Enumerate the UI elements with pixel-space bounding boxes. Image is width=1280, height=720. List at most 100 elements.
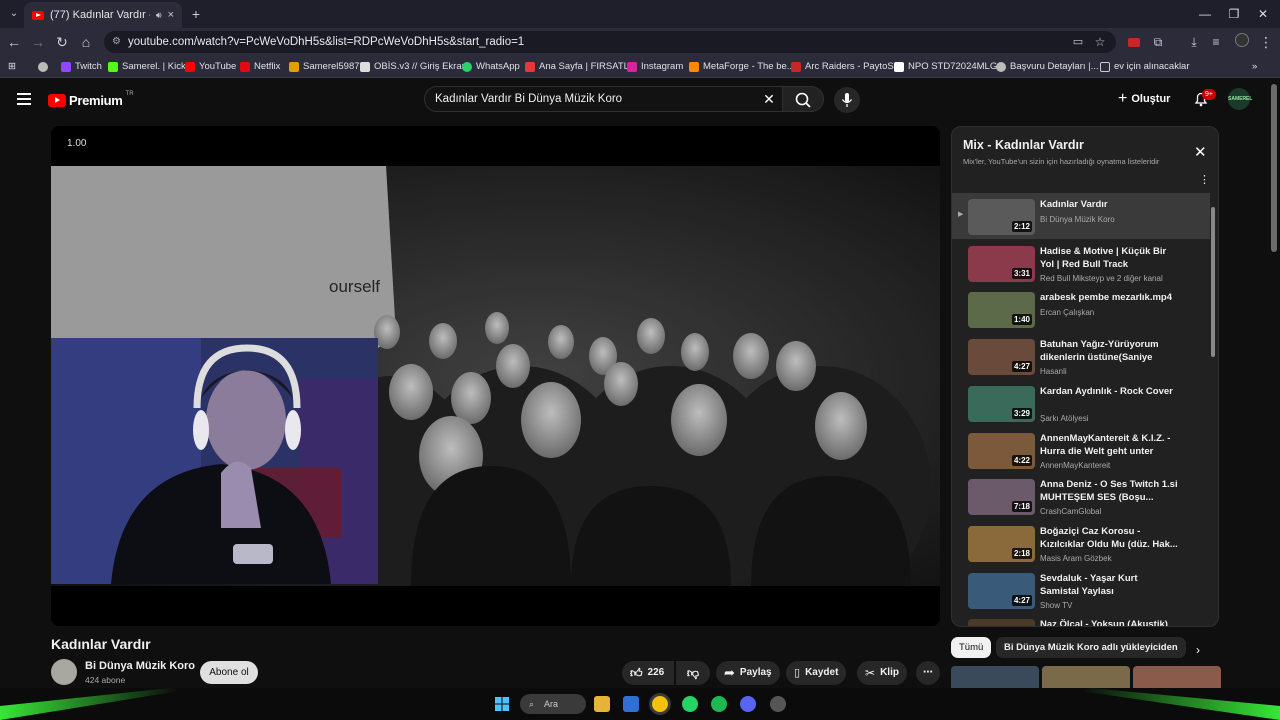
related-thumbnail[interactable] bbox=[951, 666, 1039, 688]
tab-close-icon[interactable]: × bbox=[168, 9, 174, 21]
store-icon[interactable] bbox=[623, 696, 639, 712]
forward-icon[interactable]: → bbox=[28, 32, 48, 52]
related-thumbnail[interactable] bbox=[1133, 666, 1221, 688]
create-button[interactable]: + Oluştur bbox=[1118, 88, 1170, 110]
site-info-icon[interactable]: ⚙ bbox=[112, 31, 121, 53]
discord-icon[interactable] bbox=[740, 696, 756, 712]
bookmark-item[interactable]: OBİS.v3 // Giriş Ekranı bbox=[360, 59, 470, 75]
clip-button[interactable]: ✂ Klip bbox=[857, 661, 907, 685]
audio-playing-icon[interactable]: 🔊︎ bbox=[156, 10, 162, 21]
playlist-item[interactable]: 7:18 Anna Deniz - O Ses Twitch 1.si MUHTE… bbox=[952, 473, 1210, 519]
clear-search-icon[interactable]: ✕ bbox=[760, 90, 778, 108]
playlist-thumbnail[interactable]: 2:18 bbox=[968, 525, 1035, 562]
window-close-icon[interactable]: ✕ bbox=[1250, 4, 1276, 24]
playlist-thumbnail[interactable]: 1:40 bbox=[968, 292, 1035, 329]
bookmark-item[interactable]: Arc Raiders - PaytoS... bbox=[791, 59, 902, 75]
playlist-item[interactable]: 3:29 Kardan Aydınlık - Rock Cover Şarkı At… bbox=[952, 380, 1210, 426]
address-bar[interactable]: ⚙ youtube.com/watch?v=PcWeVoDhH5s&list=R… bbox=[104, 31, 1116, 53]
bookmark-item[interactable]: Ana Sayfa | FIRSATL... bbox=[525, 59, 637, 75]
maximize-icon[interactable]: ❐ bbox=[1221, 4, 1247, 24]
minimize-icon[interactable]: — bbox=[1192, 4, 1218, 24]
bookmark-star-icon[interactable]: ☆ bbox=[1090, 32, 1110, 52]
bookmark-item[interactable]: NPO STD72024MLG... bbox=[894, 59, 1005, 75]
extensions-icon[interactable]: ⧉ bbox=[1148, 32, 1168, 52]
whatsapp-taskbar-icon[interactable] bbox=[682, 696, 698, 712]
extension-red-icon[interactable] bbox=[1124, 32, 1144, 52]
playlist-thumbnail[interactable]: 4:27 bbox=[968, 339, 1035, 376]
dislike-button[interactable]: 👎︎ bbox=[676, 661, 710, 685]
related-thumbnail[interactable] bbox=[1042, 666, 1130, 688]
more-bookmarks-icon[interactable]: » bbox=[1252, 59, 1257, 75]
like-button[interactable]: 👍︎ 226 bbox=[622, 661, 674, 685]
playlist-thumbnail[interactable]: 3:31 bbox=[968, 245, 1035, 282]
webcam-overlay bbox=[51, 338, 378, 584]
playlist-thumbnail[interactable]: 4:27 bbox=[968, 572, 1035, 609]
bookmark-folder[interactable]: ev için alınacaklar bbox=[1100, 59, 1190, 75]
bookmark-item[interactable]: Samerel. | Kick bbox=[108, 59, 186, 75]
bookmark-item[interactable]: Netflix bbox=[240, 59, 280, 75]
address-bar-url: youtube.com/watch?v=PcWeVoDhH5s&list=RDP… bbox=[128, 36, 525, 48]
playlist-item[interactable]: 1:40 arabesk pembe mezarlık.mp4 Ercan Çalı… bbox=[952, 286, 1210, 332]
obs-icon[interactable] bbox=[770, 696, 786, 712]
chevron-right-icon[interactable]: › bbox=[1196, 643, 1200, 657]
playlist-item[interactable]: 3:31 Hadise & Motive | Küçük Bir Yol | Re… bbox=[952, 240, 1210, 286]
chip-uploader[interactable]: Bi Dünya Müzik Koro adlı yükleyiciden bbox=[996, 637, 1186, 658]
video-player[interactable]: 1.00 ourself bbox=[51, 126, 940, 626]
chrome-icon[interactable] bbox=[38, 59, 48, 75]
back-icon[interactable]: ← bbox=[4, 32, 24, 52]
bookmark-item[interactable]: WhatsApp bbox=[462, 59, 520, 75]
playlist-item[interactable]: 4:27 Batuhan Yağız-Yürüyorum dikenlerin ü… bbox=[952, 333, 1210, 379]
reload-icon[interactable]: ↻ bbox=[52, 32, 72, 52]
bookmark-item[interactable]: Başvuru Detayları |... bbox=[996, 59, 1099, 75]
browser-tab[interactable]: (77) Kadınlar Vardır - YouTube 🔊︎ × bbox=[24, 2, 182, 28]
microphone-icon bbox=[841, 93, 853, 107]
bookmark-item[interactable]: Instagram bbox=[627, 59, 683, 75]
cast-icon[interactable]: ▭ bbox=[1068, 32, 1088, 52]
playlist-item[interactable]: ▶ 2:12 Kadınlar Vardır Bi Dünya Müzik Koro bbox=[952, 193, 1210, 239]
bookmark-item[interactable]: Samerel5987 bbox=[289, 59, 360, 75]
media-control-icon[interactable]: ≡ bbox=[1206, 32, 1226, 52]
search-button[interactable] bbox=[782, 86, 824, 112]
windows-start-icon[interactable] bbox=[494, 696, 510, 712]
bookmark-item[interactable]: MetaForge - The be... bbox=[689, 59, 795, 75]
playlist-item[interactable]: 4:22 AnnenMayKantereit & K.I.Z. - Hurra d… bbox=[952, 427, 1210, 473]
spotify-icon[interactable] bbox=[711, 696, 727, 712]
playlist-scrollbar[interactable] bbox=[1211, 207, 1215, 357]
hamburger-menu-icon[interactable] bbox=[17, 93, 31, 105]
playlist-item[interactable]: 2:18 Boğaziçi Caz Korosu - Kızılcıklar Ol… bbox=[952, 520, 1210, 566]
youtube-premium-logo[interactable]: Premium TR bbox=[48, 91, 134, 108]
apps-grid-icon[interactable]: ⊞ bbox=[8, 59, 16, 75]
home-icon[interactable]: ⌂ bbox=[76, 32, 96, 52]
more-actions-button[interactable]: ⋯ bbox=[916, 661, 940, 685]
chip-all[interactable]: Tümü bbox=[951, 637, 992, 658]
account-avatar[interactable]: SAMEREL bbox=[1228, 88, 1252, 110]
file-explorer-icon[interactable] bbox=[594, 696, 610, 712]
bookmark-item[interactable]: YouTube bbox=[185, 59, 236, 75]
playlist-thumbnail[interactable]: 7:18 bbox=[968, 479, 1035, 516]
playlist-thumbnail[interactable]: 4:22 bbox=[968, 432, 1035, 469]
playlist-thumbnail[interactable] bbox=[968, 619, 1035, 626]
profile-icon[interactable] bbox=[1232, 32, 1252, 52]
bookmark-item[interactable]: Twitch bbox=[61, 59, 102, 75]
share-button[interactable]: ➦ Paylaş bbox=[716, 661, 780, 685]
channel-avatar[interactable] bbox=[51, 659, 77, 685]
tab-search-icon[interactable]: ⌄ bbox=[4, 4, 24, 24]
subscribe-button[interactable]: Abone ol bbox=[200, 661, 258, 684]
twitch-icon bbox=[61, 62, 71, 72]
taskbar-search[interactable]: ⌕ Ara bbox=[520, 694, 586, 714]
close-playlist-icon[interactable]: ✕ bbox=[1194, 143, 1207, 161]
download-icon[interactable]: ⤓ bbox=[1184, 32, 1204, 52]
voice-search-button[interactable] bbox=[834, 87, 860, 113]
browser-menu-icon[interactable]: ⋮ bbox=[1256, 32, 1276, 52]
playlist-item[interactable]: Naz Ölçal - Yoksun (Akustik)Naz Ölçal bbox=[952, 613, 1210, 626]
playlist-menu-icon[interactable]: ⋮ bbox=[1199, 173, 1210, 186]
search-input[interactable]: Kadınlar Vardır Bi Dünya Müzik Koro bbox=[424, 86, 782, 112]
playlist-thumbnail[interactable]: 3:29 bbox=[968, 385, 1035, 422]
playlist-item[interactable]: 4:27 Sevdaluk - Yaşar Kurt Samistal Yayla… bbox=[952, 567, 1210, 613]
save-button[interactable]: ▯ Kaydet bbox=[786, 661, 847, 685]
chrome-taskbar-icon[interactable] bbox=[652, 696, 668, 712]
new-tab-icon[interactable]: + bbox=[186, 4, 206, 24]
playlist-thumbnail[interactable]: 2:12 bbox=[968, 199, 1035, 235]
channel-name[interactable]: Bi Dünya Müzik Koro bbox=[85, 660, 195, 672]
page-scrollbar[interactable] bbox=[1271, 84, 1277, 252]
